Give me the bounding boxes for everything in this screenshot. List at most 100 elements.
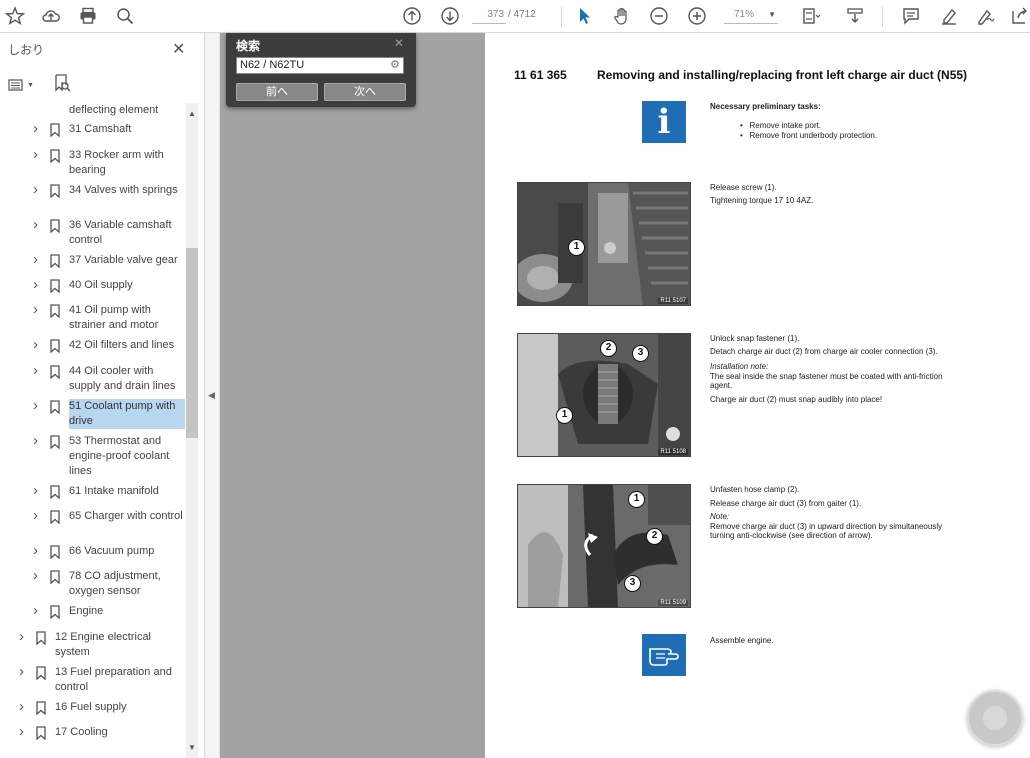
bookmark-label: 65 Charger with control [69,510,183,522]
bookmark-item[interactable]: deflecting element [0,103,186,118]
bookmark-label: 13 Fuel preparation and control [55,666,172,693]
share-icon[interactable] [1006,3,1030,29]
chevron-right-icon[interactable]: › [33,542,43,559]
search-prev-button[interactable]: 前へ [236,83,318,101]
comment-icon[interactable] [898,3,924,29]
bookmark-item[interactable]: › 17 Cooling [0,723,186,740]
scroll-mode-icon[interactable] [842,3,868,29]
bookmark-item[interactable]: › 13 Fuel preparation and control [0,663,186,695]
gear-icon[interactable]: ⚙ [390,58,400,71]
prelim-item-text: Remove front underbody protection. [749,131,878,140]
prev-page-icon[interactable] [399,3,425,29]
chevron-right-icon[interactable]: › [33,216,43,233]
bookmark-icon [50,570,60,584]
chevron-right-icon[interactable]: › [33,336,43,353]
zoom-out-icon[interactable] [646,3,672,29]
bookmark-item[interactable]: › 66 Vacuum pump [0,542,186,559]
zoom-level-select[interactable]: 71% ▼ [724,6,778,24]
chevron-right-icon[interactable]: › [33,181,43,198]
bookmark-label: 40 Oil supply [69,279,133,291]
chevron-right-icon[interactable]: › [19,628,29,645]
chevron-right-icon[interactable]: › [33,507,43,524]
chevron-right-icon[interactable]: › [33,602,43,619]
bookmark-item[interactable]: › 44 Oil cooler with supply and drain lin… [0,362,186,394]
bookmark-item[interactable]: › 36 Variable camshaft control [0,216,186,248]
chevron-left-icon: ◀ [208,390,215,400]
floating-action-button[interactable] [967,690,1023,746]
callout-2: 2 [646,528,663,545]
bookmark-label: Engine [69,605,104,617]
bookmark-item[interactable]: › 33 Rocker arm with bearing [0,146,186,178]
hand-tool-icon[interactable] [609,3,635,29]
bookmarks-panel-title: しおり [8,43,45,57]
chevron-right-icon[interactable]: › [33,362,43,379]
bookmark-item[interactable]: › 65 Charger with control [0,507,186,539]
star-icon[interactable] [2,3,28,29]
bookmark-label: 36 Variable camshaft control [69,219,172,246]
photo-caption: R11 5109 [658,600,688,606]
bookmark-icon [50,149,60,163]
bookmark-label: 44 Oil cooler with supply and drain line… [69,365,176,392]
zoom-in-icon[interactable] [684,3,710,29]
close-icon[interactable]: ✕ [394,36,404,50]
photo-caption: R11 5107 [658,298,688,304]
chevron-right-icon[interactable]: › [33,146,43,163]
chevron-right-icon[interactable]: › [33,397,43,414]
chevron-right-icon[interactable]: › [33,482,43,499]
highlight-pen-icon[interactable] [936,3,962,29]
bookmark-item[interactable]: › 40 Oil supply [0,276,186,293]
select-cursor-icon[interactable] [572,3,598,29]
chevron-right-icon[interactable]: › [19,698,29,715]
search-next-button[interactable]: 次へ [324,83,406,101]
prelim-item: • Remove intake port. [740,121,822,130]
chevron-right-icon[interactable]: › [19,723,29,740]
fit-page-icon[interactable] [797,3,823,29]
zoom-search-icon[interactable] [112,3,138,29]
chevron-right-icon[interactable]: › [33,120,43,137]
step2-note-text: The seal inside the snap fastener must b… [710,372,943,381]
callout-1: 1 [568,239,585,256]
draw-sign-icon[interactable] [972,3,998,29]
prelim-item-text: Remove intake port. [749,121,822,130]
chevron-right-icon[interactable]: › [33,301,43,318]
bookmark-item[interactable]: › 12 Engine electrical system [0,628,186,660]
bookmark-item[interactable]: › 16 Fuel supply [0,698,186,715]
bookmark-options-menu[interactable]: ▼ [8,76,38,94]
bookmark-icon [50,400,60,414]
chevron-right-icon[interactable]: › [33,276,43,293]
next-page-icon[interactable] [437,3,463,29]
chevron-right-icon[interactable]: › [33,432,43,449]
chevron-right-icon[interactable]: › [19,663,29,680]
scroll-up-icon[interactable]: ▲ [188,109,196,118]
close-icon[interactable]: ✕ [172,39,185,59]
upload-cloud-icon[interactable] [38,3,64,29]
scroll-down-icon[interactable]: ▼ [188,743,196,752]
bookmark-item[interactable]: › 51 Coolant pump with drive [0,397,186,429]
panel-collapse-handle[interactable]: ◀ [205,33,220,758]
bookmark-item[interactable]: › 42 Oil filters and lines [0,336,186,353]
scrollbar-thumb[interactable] [186,248,198,438]
bookmark-search-icon[interactable] [52,73,72,93]
bookmark-item[interactable]: › 41 Oil pump with strainer and motor [0,301,186,333]
bookmark-item[interactable]: › 53 Thermostat and engine-proof coolant … [0,432,186,479]
bookmark-scrollbar[interactable] [186,103,198,758]
bookmark-item[interactable]: › 37 Variable valve gear [0,251,186,268]
bookmark-item[interactable]: › 31 Camshaft [0,120,186,137]
bookmark-item[interactable]: › Engine [0,602,186,619]
bookmark-icon [50,510,60,524]
page-number-input[interactable]: 373 [472,6,506,24]
chevron-right-icon[interactable]: › [33,251,43,268]
bookmark-label: 17 Cooling [55,726,108,738]
bookmark-item[interactable]: › 34 Valves with springs [0,181,186,213]
bookmark-label: 51 Coolant pump with drive [69,399,185,429]
printer-icon[interactable] [75,3,101,29]
callout-3: 3 [624,575,641,592]
search-input[interactable]: N62 / N62TU [236,57,404,74]
bookmark-label: 66 Vacuum pump [69,545,155,557]
chevron-right-icon[interactable]: › [33,567,43,584]
bookmark-icon [50,123,60,137]
bookmark-icon [50,219,60,233]
engine-bay-photo-3 [518,485,690,607]
bookmark-item[interactable]: › 61 Intake manifold [0,482,186,499]
bookmark-item[interactable]: › 78 CO adjustment, oxygen sensor [0,567,186,599]
